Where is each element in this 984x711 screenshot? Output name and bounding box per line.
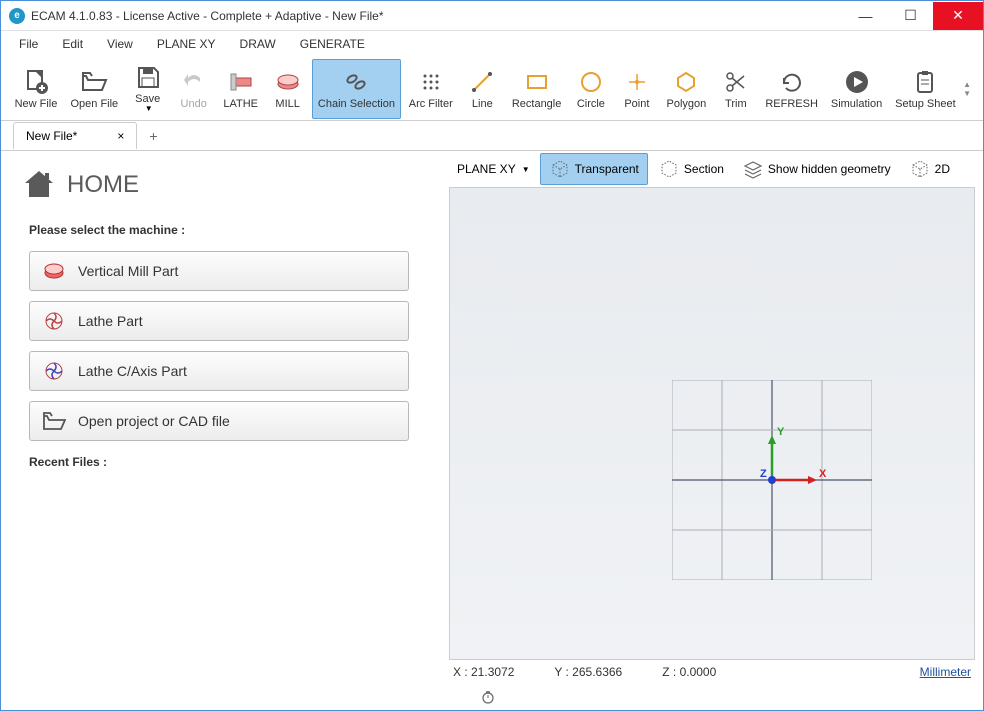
menu-generate[interactable]: GENERATE [294,35,371,53]
refresh-icon [778,68,806,96]
lathe-icon [227,68,255,96]
recent-files-label: Recent Files : [29,455,421,469]
menu-file[interactable]: File [13,35,44,53]
trim-button[interactable]: Trim [714,59,758,119]
hidden-geometry-button[interactable]: Show hidden geometry [734,154,899,184]
open-file-icon [80,68,108,96]
new-file-icon [22,68,50,96]
trim-icon [722,68,750,96]
home-title: HOME [67,171,139,199]
home-icon [21,167,57,203]
unit-selector[interactable]: Millimeter [920,665,971,679]
undo-icon [180,68,208,96]
line-button[interactable]: Line [460,59,504,119]
transparent-button[interactable]: Transparent [540,153,648,185]
main-toolbar: New File Open File Save ▼ Undo LATHE MIL… [1,57,983,121]
line-icon [468,68,496,96]
close-button[interactable]: ✕ [933,2,983,30]
coordinate-status: X : 21.3072 Y : 265.6366 Z : 0.0000 Mill… [441,660,983,684]
folder-open-icon [42,409,66,433]
menubar: File Edit View PLANE XY DRAW GENERATE [1,31,983,57]
chevron-down-icon: ▼ [522,165,530,174]
arc-filter-icon [417,68,445,96]
open-project-button[interactable]: Open project or CAD file [29,401,409,441]
select-machine-label: Please select the machine : [29,223,421,237]
minimize-button[interactable]: — [843,2,888,30]
viewport-panel: PLANE XY ▼ Transparent Section Show hidd… [441,151,983,710]
lathe-part-icon [42,309,66,333]
rectangle-button[interactable]: Rectangle [506,59,567,119]
titlebar: e ECAM 4.1.0.83 - License Active - Compl… [1,1,983,31]
menu-draw[interactable]: DRAW [234,35,282,53]
play-icon [843,68,871,96]
setup-sheet-button[interactable]: Setup Sheet [890,59,961,119]
2d-button[interactable]: 2D [901,154,958,184]
save-icon [134,63,162,91]
chevron-down-icon: ▼ [145,104,153,113]
bottom-status-bar [441,684,983,710]
document-tabs: New File* × + [1,121,983,151]
undo-button[interactable]: Undo [172,59,216,119]
circle-icon [577,68,605,96]
x-coordinate: X : 21.3072 [453,665,514,679]
3d-viewport[interactable]: Y X Z [449,187,975,660]
y-coordinate: Y : 265.6366 [554,665,622,679]
svg-text:Y: Y [777,426,785,438]
menu-edit[interactable]: Edit [56,35,89,53]
tab-add-button[interactable]: + [139,124,167,148]
stopwatch-icon [481,690,495,704]
refresh-button[interactable]: REFRESH [760,59,824,119]
arc-filter-button[interactable]: Arc Filter [403,59,458,119]
clipboard-icon [911,68,939,96]
circle-button[interactable]: Circle [569,59,613,119]
polygon-button[interactable]: Polygon [661,59,712,119]
point-button[interactable]: Point [615,59,659,119]
menu-plane[interactable]: PLANE XY [151,35,222,53]
tab-close-icon[interactable]: × [117,129,124,143]
app-icon: e [9,8,25,24]
new-file-button[interactable]: New File [9,59,63,119]
cube-2d-icon [909,158,931,180]
home-panel: HOME Please select the machine : Vertica… [1,151,441,710]
maximize-button[interactable]: ☐ [888,2,933,30]
point-icon [623,68,651,96]
viewport-grid: Y X Z [672,380,872,580]
mill-part-icon [42,259,66,283]
mill-button[interactable]: MILL [266,59,310,119]
chain-icon [342,68,370,96]
layers-icon [742,158,764,180]
save-button[interactable]: Save ▼ [126,59,170,119]
rectangle-icon [523,68,551,96]
polygon-icon [672,68,700,96]
lathe-caxis-icon [42,359,66,383]
tab-new-file[interactable]: New File* × [13,122,137,149]
lathe-button[interactable]: LATHE [218,59,264,119]
chain-selection-button[interactable]: Chain Selection [312,59,402,119]
section-icon [658,158,680,180]
menu-view[interactable]: View [101,35,139,53]
view-toolbar: PLANE XY ▼ Transparent Section Show hidd… [441,151,983,187]
cube-icon [549,158,571,180]
toolbar-overflow[interactable]: ▲▼ [963,80,975,98]
open-file-button[interactable]: Open File [65,59,124,119]
mill-icon [274,68,302,96]
simulation-button[interactable]: Simulation [825,59,887,119]
plane-selector[interactable]: PLANE XY ▼ [449,158,538,180]
lathe-part-button[interactable]: Lathe Part [29,301,409,341]
section-button[interactable]: Section [650,154,732,184]
svg-text:X: X [819,468,827,480]
vertical-mill-button[interactable]: Vertical Mill Part [29,251,409,291]
z-coordinate: Z : 0.0000 [662,665,716,679]
window-title: ECAM 4.1.0.83 - License Active - Complet… [31,9,843,23]
svg-text:Z: Z [760,468,767,480]
lathe-caxis-button[interactable]: Lathe C/Axis Part [29,351,409,391]
